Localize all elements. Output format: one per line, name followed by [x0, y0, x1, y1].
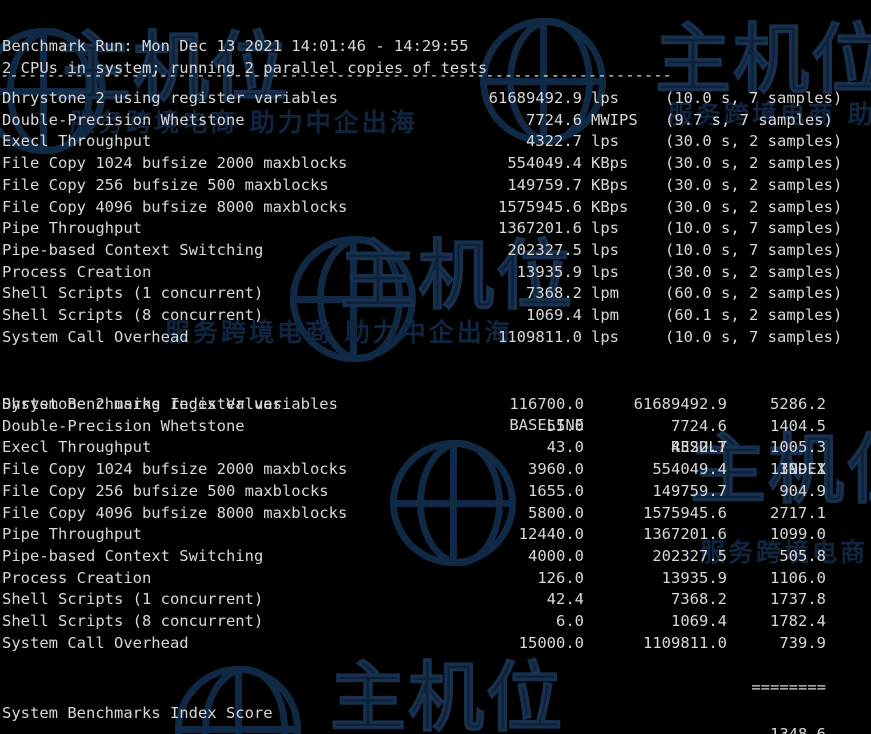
- index-index-value: 1005.3: [770, 438, 826, 457]
- result-sample-note: (10.0 s, 7 samples): [665, 89, 843, 107]
- index-value-row: Dhrystone 2 using register variables 1167…: [0, 394, 871, 416]
- benchmark-result-row: Pipe-based Context Switching 202327.5 lps(…: [0, 240, 871, 262]
- index-score-row: System Benchmarks Index Score 1348.6: [0, 681, 826, 734]
- result-sample-note: (30.0 s, 2 samples): [665, 197, 843, 216]
- benchmark-run-line: Benchmark Run: Mon Dec 13 2021 14:01:46 …: [0, 14, 469, 55]
- index-index-value: 1399.1: [770, 460, 826, 479]
- index-value-row: Execl Throughput 43.0 4322.7 1005.3: [0, 437, 871, 459]
- result-sample-note: (10.0 s, 7 samples): [665, 219, 843, 238]
- index-score-label: System Benchmarks Index Score: [2, 703, 273, 722]
- index-value-row: Shell Scripts (8 concurrent) 6.0 1069.4 178…: [0, 611, 871, 633]
- result-value: 202327.5: [507, 240, 582, 259]
- index-index-value: 5286.2: [770, 395, 826, 413]
- benchmark-result-row: Execl Throughput 4322.7 lps (30.0 s, 2 samp…: [0, 131, 871, 153]
- index-index-value: 1737.8: [770, 590, 826, 609]
- result-value: 149759.7: [507, 175, 582, 194]
- score-separator-equals: ========: [751, 677, 826, 696]
- benchmark-result-row: Dhrystone 2 using register variables 6168…: [0, 88, 871, 110]
- index-index-value: 505.8: [779, 546, 826, 565]
- result-sample-note: (30.0 s, 2 samples): [665, 175, 843, 194]
- result-sample-note: (30.0 s, 2 samples): [665, 154, 843, 173]
- index-score-value: 1348.6: [0, 724, 826, 734]
- result-sample-note: (10.0 s, 7 samples): [665, 240, 843, 259]
- result-value: 1109811.0: [498, 327, 582, 346]
- index-index-value: 1099.0: [770, 525, 826, 544]
- benchmark-result-row: File Copy 4096 bufsize 8000 maxblocks 157…: [0, 197, 871, 219]
- index-index-value: 1782.4: [770, 612, 826, 630]
- benchmark-result-row: Process Creation 13935.9 lps (30.0 s, 2 sam…: [0, 262, 871, 284]
- terminal-screenshot: 主机位 服务跨境电商 助力中企出海 主机位 服务跨境电商 助力中企出海 主机位 …: [0, 0, 871, 734]
- result-sample-note: (60.1 s, 2 samples): [665, 306, 843, 324]
- index-value-row: File Copy 1024 bufsize 2000 maxblocks 396…: [0, 459, 871, 481]
- index-index-value: 2717.1: [770, 503, 826, 522]
- result-unit: KBps: [591, 154, 629, 173]
- index-index-value: 904.9: [779, 481, 826, 500]
- index-value-row: System Call Overhead 15000.0 1109811.0 739.…: [0, 633, 871, 655]
- result-value: 7724.6: [526, 110, 582, 129]
- result-unit: lps: [591, 89, 619, 107]
- index-value-row: File Copy 4096 bufsize 8000 maxblocks 580…: [0, 503, 871, 525]
- benchmark-result-row: File Copy 1024 bufsize 2000 maxblocks 554…: [0, 153, 871, 175]
- result-unit: lps: [591, 262, 619, 281]
- result-sample-note: (30.0 s, 2 samples): [665, 262, 843, 281]
- result-unit: lpm: [591, 306, 619, 324]
- result-unit: lps: [591, 327, 619, 346]
- benchmark-result-row: File Copy 256 bufsize 500 maxblocks 14975…: [0, 175, 871, 197]
- benchmark-result-row: Shell Scripts (1 concurrent) 7368.2 lpm (60…: [0, 283, 871, 305]
- result-value: 61689492.9: [488, 89, 582, 107]
- benchmark-run-text: Benchmark Run: Mon Dec 13 2021 14:01:46 …: [2, 36, 469, 55]
- result-unit: lpm: [591, 284, 619, 303]
- index-value-row: Double-Precision Whetstone 55.0 7724.6 1404…: [0, 416, 871, 438]
- index-index-value: 1106.0: [770, 568, 826, 587]
- result-value: 7368.2: [526, 284, 582, 303]
- cpu-info-text: 2 CPUs in system; running 2 parallel cop…: [2, 58, 488, 77]
- index-value-row: File Copy 256 bufsize 500 maxblocks 1655.…: [0, 481, 871, 503]
- result-value: 554049.4: [507, 154, 582, 173]
- index-index-value: 739.9: [779, 633, 826, 652]
- terminal-output: ----------------------------------------…: [0, 0, 871, 734]
- result-value: 13935.9: [516, 262, 582, 281]
- index-index-value: 1404.5: [770, 416, 826, 435]
- result-unit: lps: [591, 219, 619, 238]
- index-value-row: Pipe-based Context Switching 4000.0 202327…: [0, 546, 871, 568]
- result-sample-note: (10.0 s, 7 samples): [665, 327, 843, 346]
- benchmark-result-row: Shell Scripts (8 concurrent) 1069.4 lpm (60…: [0, 305, 871, 327]
- benchmark-result-row: Pipe Throughput 1367201.6 lps (10.0 s, 7 sa…: [0, 218, 871, 240]
- index-value-row: Process Creation 126.0 13935.9 1106.0: [0, 568, 871, 590]
- benchmark-result-row: Double-Precision Whetstone 7724.6 MWIPS (9.…: [0, 110, 871, 132]
- benchmark-result-row: System Call Overhead 1109811.0 lps (10.0 s,…: [0, 327, 871, 349]
- index-value-row: Pipe Throughput 12440.0 1367201.6 1099.0: [0, 524, 871, 546]
- score-separator-row: ========: [0, 655, 826, 696]
- result-value: 1367201.6: [498, 219, 582, 238]
- result-value: 1575945.6: [498, 197, 582, 216]
- result-unit: lps: [591, 240, 619, 259]
- result-sample-note: (60.0 s, 2 samples): [665, 284, 843, 303]
- result-value: 4322.7: [526, 132, 582, 151]
- index-value-row: Shell Scripts (1 concurrent) 42.4 7368.2 17…: [0, 589, 871, 611]
- result-sample-note: (30.0 s, 2 samples): [665, 132, 843, 151]
- result-value: 1069.4: [526, 306, 582, 324]
- result-unit: MWIPS: [591, 110, 638, 129]
- index-values-header-row: System Benchmarks Index Values BASELINE …: [0, 372, 826, 478]
- cpu-info-line: 2 CPUs in system; running 2 parallel cop…: [0, 36, 487, 77]
- result-unit: KBps: [591, 197, 629, 216]
- result-unit: lps: [591, 132, 619, 151]
- result-unit: KBps: [591, 175, 629, 194]
- result-sample-note: (9.7 s, 7 samples): [665, 110, 833, 129]
